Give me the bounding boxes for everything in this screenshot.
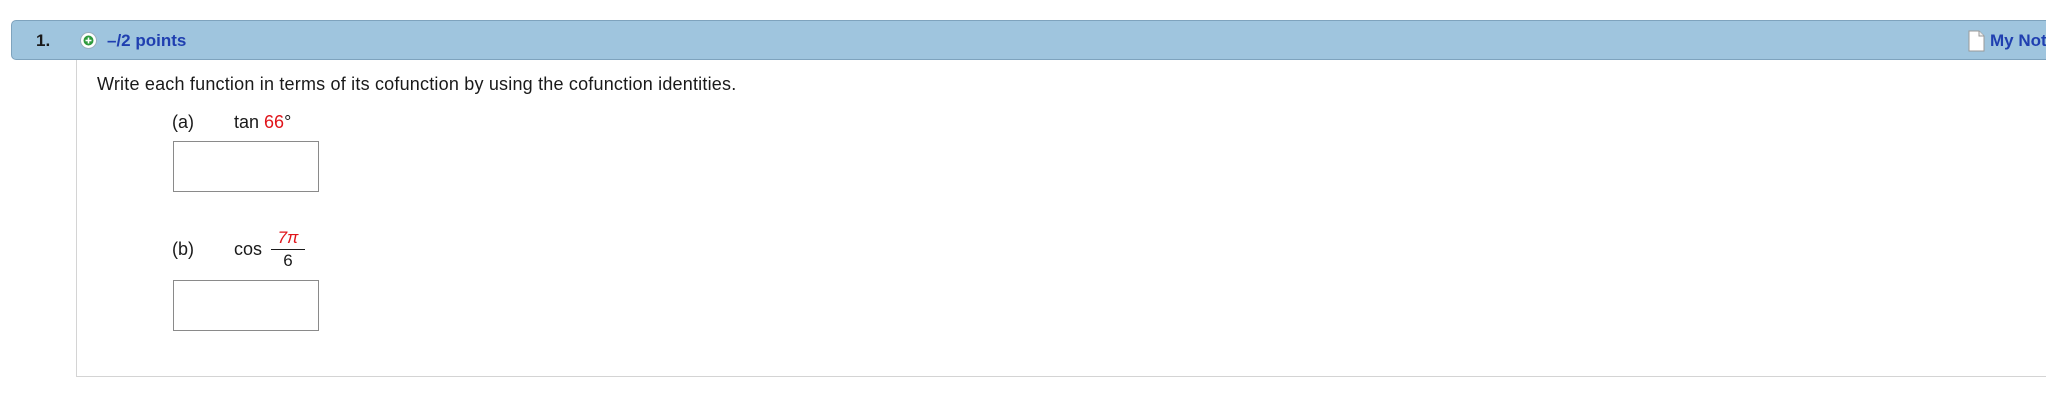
- expand-plus-icon[interactable]: [80, 32, 97, 49]
- part-a-function: tan: [234, 112, 260, 132]
- part-b-denominator: 6: [283, 251, 293, 270]
- part-a-answer-input[interactable]: [173, 141, 319, 192]
- note-page-icon[interactable]: [1968, 30, 1985, 52]
- question-body: Write each function in terms of its cofu…: [76, 60, 2046, 377]
- question-number: 1.: [36, 31, 51, 50]
- part-a-label: (a): [172, 112, 194, 132]
- fraction-bar: [271, 249, 305, 250]
- part-a-degree: °: [284, 112, 292, 132]
- question-prompt: Write each function in terms of its cofu…: [97, 74, 737, 94]
- part-b-fraction: 7π 6: [271, 228, 305, 271]
- points-label[interactable]: –/2 points: [107, 31, 186, 51]
- part-a-expression: tan 66°: [234, 112, 291, 133]
- webassign-question: 1. –/2 points My Notes Write each functi…: [0, 0, 2046, 410]
- part-b-answer-input[interactable]: [173, 280, 319, 331]
- my-notes-link[interactable]: My Notes: [1990, 31, 2046, 51]
- part-a-argument: 66: [264, 112, 285, 132]
- part-b-numerator: 7π: [277, 228, 299, 247]
- question-header-bar: 1. –/2 points My Notes: [11, 20, 2046, 60]
- part-b-function: cos: [234, 239, 263, 259]
- part-b-label: (b): [172, 239, 194, 259]
